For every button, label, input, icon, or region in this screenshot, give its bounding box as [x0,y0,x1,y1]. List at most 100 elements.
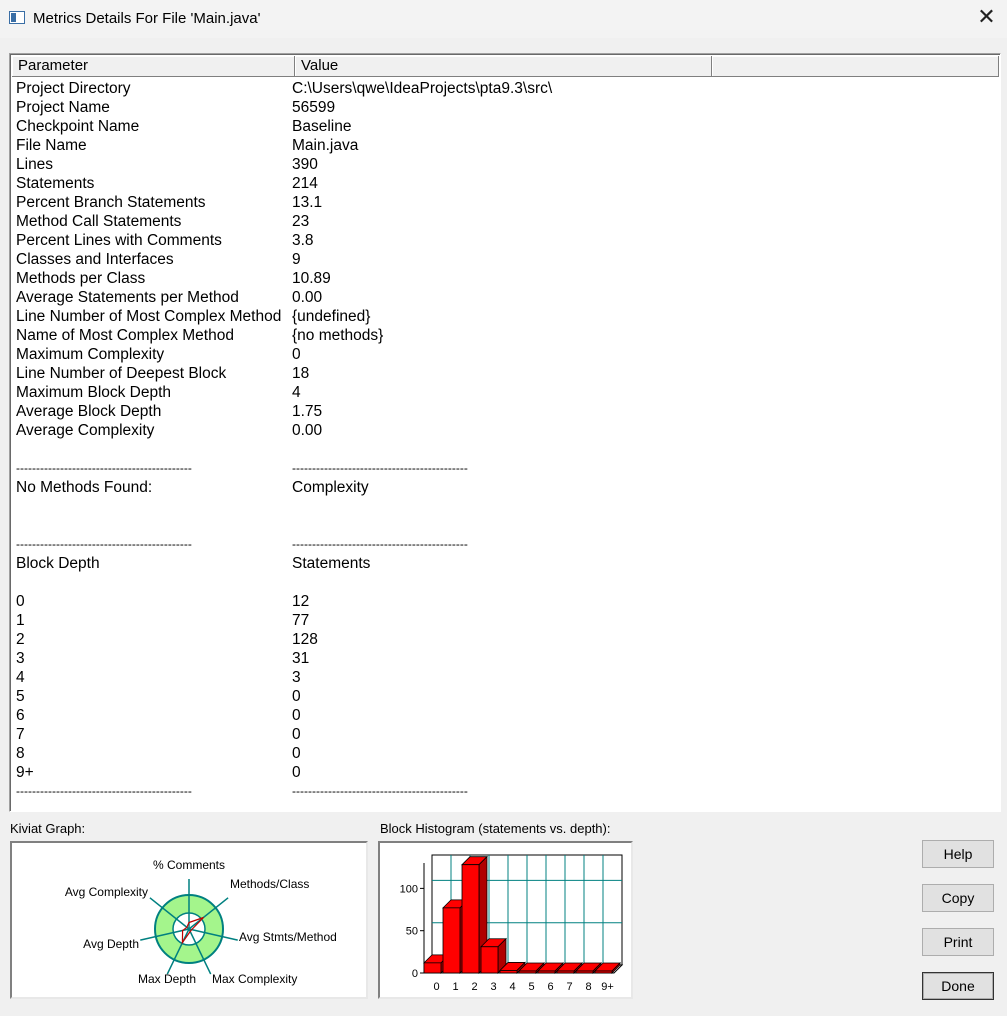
row-value: 1.75 [292,403,323,420]
row-parameter: Method Call Statements [16,213,182,230]
row-parameter: Project Directory [16,80,131,97]
table-row[interactable]: Percent Branch Statements 13.1 [10,193,1000,212]
table-row[interactable] [10,497,1000,516]
histogram-x-tick-label: 0 [433,981,439,993]
print-button[interactable]: Print [922,928,994,956]
row-parameter: Checkpoint Name [16,118,140,135]
table-row[interactable] [10,516,1000,535]
table-row[interactable]: Line Number of Deepest Block 18 [10,364,1000,383]
table-row[interactable]: Name of Most Complex Method {no methods} [10,326,1000,345]
done-button[interactable]: Done [922,972,994,1000]
histogram-y-tick-label: 50 [406,926,418,938]
table-row[interactable]: 70 [10,725,1000,744]
row-parameter: 4 [16,669,25,686]
copy-button[interactable]: Copy [922,884,994,912]
table-row[interactable]: 43 [10,668,1000,687]
table-row[interactable]: No Methods Found: Complexity [10,478,1000,497]
table-row[interactable]: Average Complexity 0.00 [10,421,1000,440]
table-row[interactable]: Project Directory C:\Users\qwe\IdeaProjec… [10,79,1000,98]
row-value: 0 [292,707,301,724]
histogram-x-tick-label: 3 [490,981,496,993]
table-row[interactable]: Line Number of Most Complex Method {undef… [10,307,1000,326]
table-row[interactable]: Maximum Block Depth 4 [10,383,1000,402]
table-row[interactable]: ----------------------------------------… [10,782,1000,801]
row-parameter: File Name [16,137,87,154]
row-parameter: Lines [16,156,54,173]
histogram-y-tick-label: 0 [412,968,418,980]
column-header-value[interactable]: Value [295,56,712,77]
histogram-x-tick-label: 6 [547,981,553,993]
table-row[interactable]: Statements 214 [10,174,1000,193]
row-value: 0 [292,726,301,743]
kiviat-axis-label: Max Depth [138,972,196,986]
histogram-x-tick-label: 8 [585,981,591,993]
table-row[interactable]: Method Call Statements 23 [10,212,1000,231]
table-row[interactable]: 2 128 [10,630,1000,649]
table-row[interactable] [10,573,1000,592]
close-button[interactable]: ✕ [966,0,1007,38]
row-parameter: Percent Lines with Comments [16,232,222,249]
table-row[interactable]: Percent Lines with Comments 3.8 [10,231,1000,250]
table-row[interactable]: ----------------------------------------… [10,459,1000,478]
histogram-bar [594,970,613,974]
table-row[interactable]: Maximum Complexity 0 [10,345,1000,364]
row-value: C:\Users\qwe\IdeaProjects\pta9.3\src\ [292,80,553,97]
row-value: 3.8 [292,232,314,249]
table-row[interactable]: Block Depth Statements [10,554,1000,573]
row-value: Baseline [292,118,352,135]
table-row[interactable]: 0 12 [10,592,1000,611]
row-value: 12 [292,593,310,610]
histogram-x-tick-label: 7 [566,981,572,993]
table-row[interactable]: 1 77 [10,611,1000,630]
table-row[interactable]: 60 [10,706,1000,725]
row-parameter: Percent Branch Statements [16,194,206,211]
row-parameter: Name of Most Complex Method [16,327,234,344]
row-parameter: 9+ [16,764,34,781]
row-value: 3 [292,669,301,686]
table-row[interactable]: Classes and Interfaces 9 [10,250,1000,269]
row-value: 214 [292,175,318,192]
histogram-bar [518,970,537,974]
table-row[interactable]: 9+ 0 [10,763,1000,782]
row-parameter: 1 [16,612,25,629]
row-parameter: Line Number of Most Complex Method [16,308,282,325]
table-row[interactable]: Methods per Class 10.89 [10,269,1000,288]
row-parameter: Block Depth [16,555,100,572]
table-row[interactable]: ----------------------------------------… [10,535,1000,554]
row-value: 10.89 [292,270,331,287]
row-value: 31 [292,650,310,667]
histogram-y-tick-label: 100 [400,883,418,895]
table-row[interactable] [10,440,1000,459]
row-parameter: ----------------------------------------… [16,784,192,798]
metrics-table[interactable]: Parameter Value Project Directory C:\User… [9,53,1001,812]
block-histogram-chart: 0 50 100 0 1 2 3 4 5 6 7 8 9+ [400,854,624,993]
block-histogram-label: Block Histogram (statements vs. depth): [380,821,611,836]
table-row[interactable]: Average Statements per Method 0.00 [10,288,1000,307]
row-value: Statements [292,555,371,572]
table-row[interactable]: Checkpoint Name Baseline [10,117,1000,136]
row-value: 0.00 [292,422,323,439]
row-parameter: ----------------------------------------… [16,537,192,551]
kiviat-axis-label: Avg Depth [83,937,139,951]
row-parameter: 3 [16,650,25,667]
help-button[interactable]: Help [922,840,994,868]
kiviat-graph-panel: % Comments Methods/Class Avg Stmts/Method M… [10,841,368,999]
row-value: ----------------------------------------… [292,784,468,798]
table-row[interactable]: 80 [10,744,1000,763]
table-row[interactable]: Average Block Depth 1.75 [10,402,1000,421]
row-parameter: Maximum Complexity [16,346,165,363]
row-value: 4 [292,384,301,401]
histogram-bar [442,907,461,974]
row-value: ----------------------------------------… [292,537,468,551]
table-row[interactable]: Project Name 56599 [10,98,1000,117]
table-row[interactable]: 50 [10,687,1000,706]
column-header-parameter[interactable]: Parameter [12,56,295,77]
row-parameter: No Methods Found: [16,479,153,496]
histogram-x-tick-label: 4 [509,981,515,993]
table-row[interactable]: 3 31 [10,649,1000,668]
column-header-empty[interactable] [712,56,999,77]
table-row[interactable]: Lines 390 [10,155,1000,174]
row-value: 9 [292,251,301,268]
kiviat-axis-label: Methods/Class [230,877,309,891]
table-row[interactable]: File Name Main.java [10,136,1000,155]
